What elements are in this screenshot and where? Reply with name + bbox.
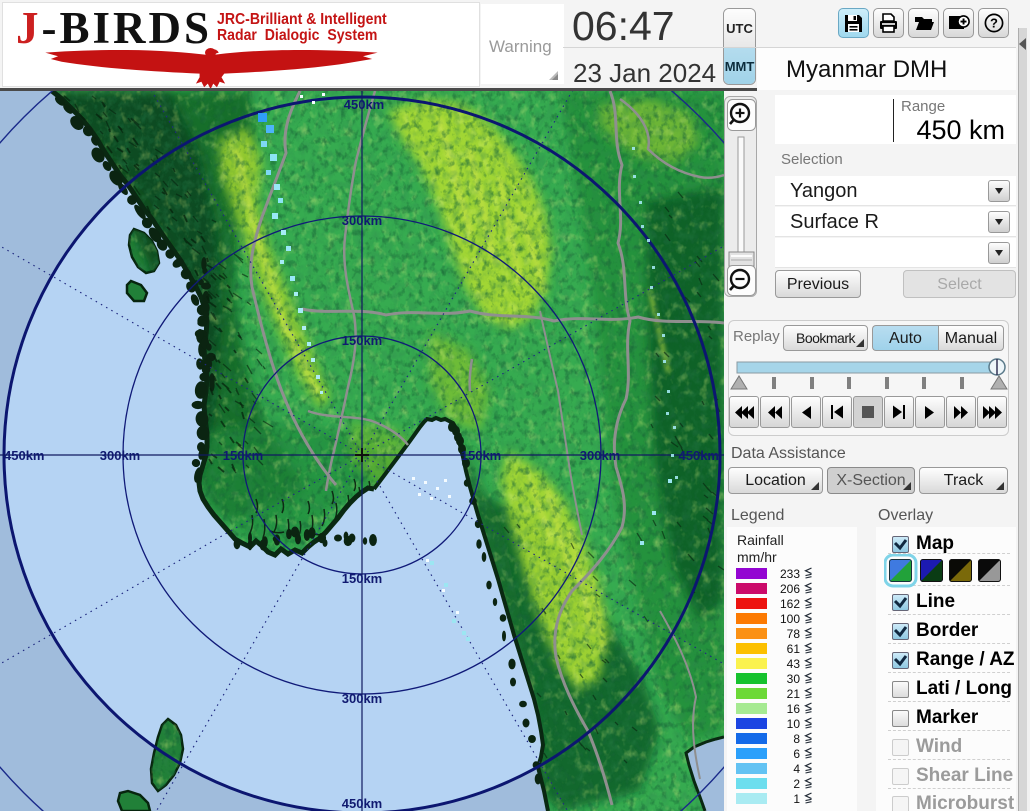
svg-text:450km: 450km [344,97,384,112]
svg-text:450km: 450km [4,448,44,463]
svg-text:450km: 450km [679,448,719,463]
svg-text:300km: 300km [580,448,620,463]
svg-text:150km: 150km [461,448,501,463]
svg-text:150km: 150km [223,448,263,463]
svg-text:300km: 300km [342,691,382,706]
svg-text:300km: 300km [342,213,382,228]
svg-text:?: ? [990,16,998,31]
svg-text:450km: 450km [342,796,382,811]
svg-text:150km: 150km [342,333,382,348]
svg-text:150km: 150km [342,571,382,586]
svg-text:300km: 300km [100,448,140,463]
